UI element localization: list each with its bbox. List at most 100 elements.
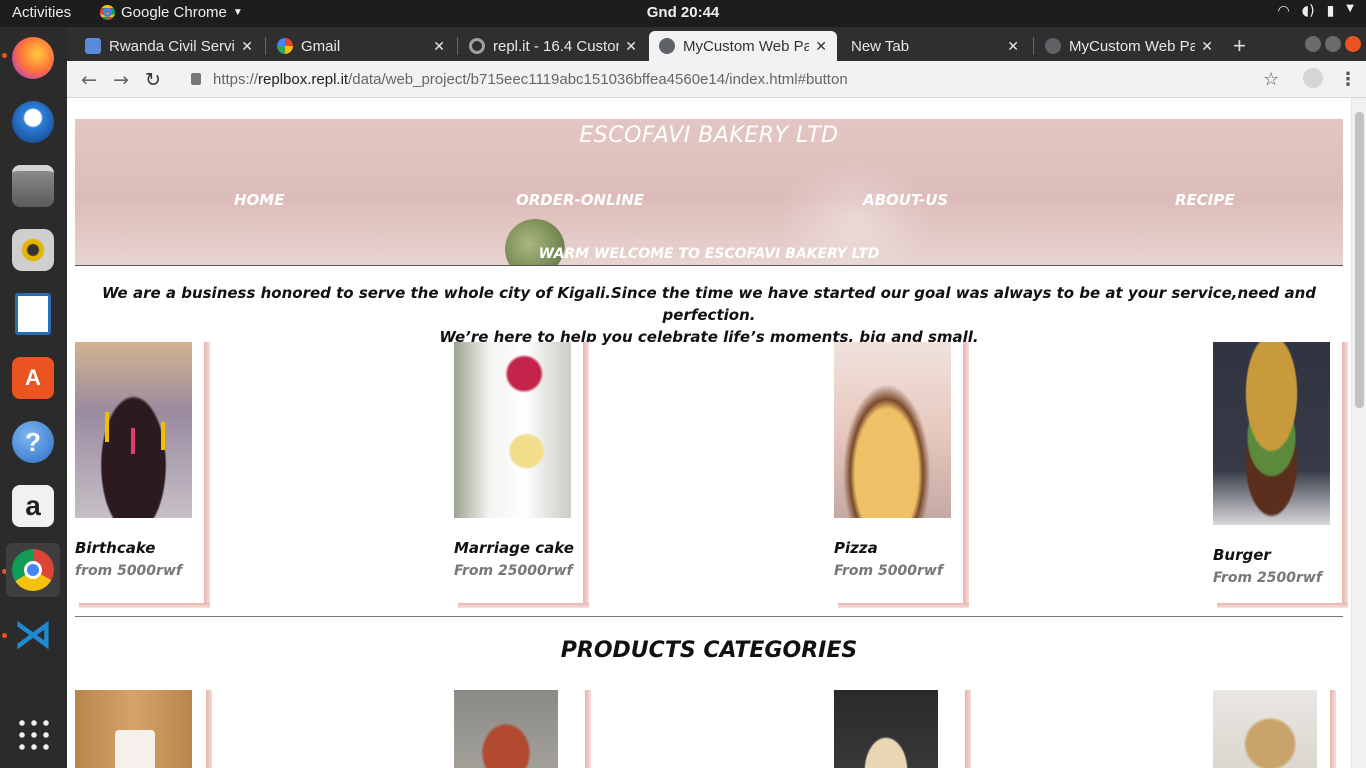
system-top-bar: Activities Google Chrome ▼ Gnd 20:44 ◠ ◖… [0,0,1366,27]
tray-caret-icon: ▼ [1346,3,1354,14]
category-card[interactable] [834,690,971,768]
category-image [1213,690,1317,768]
close-icon[interactable]: ✕ [433,38,445,55]
minimize-button[interactable] [1305,36,1321,52]
tab-separator [1033,37,1034,55]
scrollbar-thumb[interactable] [1355,112,1364,408]
maximize-button[interactable] [1325,36,1341,52]
dock-rhythmbox[interactable] [6,223,60,277]
nav-about-us[interactable]: ABOUT-US [863,191,948,209]
tab[interactable]: repl.it - 16.4 Custor ✕ [459,31,647,61]
show-applications-button[interactable] [6,707,60,761]
tab[interactable]: Gmail ✕ [267,31,455,61]
close-icon[interactable]: ✕ [815,38,827,55]
product-image-pizza [834,342,951,518]
activities-button[interactable]: Activities [12,4,71,21]
dock-thunderbird[interactable] [6,95,60,149]
dock-amazon[interactable]: a [6,479,60,533]
candle-decor [161,422,165,450]
card-shadow [1217,603,1348,608]
back-button[interactable]: ← [81,69,97,91]
page-scrollbar[interactable] [1351,98,1366,768]
files-icon [12,165,54,207]
url-path: /data/web_project/b715eec1119abc151036bf… [348,70,848,88]
card-shadow [963,342,969,604]
product-name: Marriage cake [454,539,574,557]
dock-writer[interactable] [6,287,60,341]
product-card[interactable]: Pizza From 5000rwf [834,342,969,608]
new-tab-button[interactable]: + [1233,33,1246,59]
nav-recipe[interactable]: RECIPE [1175,191,1235,209]
category-card[interactable] [454,690,591,768]
profile-avatar[interactable] [1303,68,1323,88]
thunderbird-icon [12,101,54,143]
tab[interactable]: New Tab ✕ [841,31,1029,61]
bookmark-star-icon[interactable]: ☆ [1263,69,1279,90]
close-icon[interactable]: ✕ [241,38,253,55]
card-shadow [838,603,969,608]
address-bar[interactable]: https:// replbox.repl.it /data/web_proje… [177,64,1247,94]
menu-kebab-icon[interactable]: ⋮ [1339,69,1357,90]
dock-firefox[interactable] [6,31,60,85]
category-card[interactable] [1213,690,1336,768]
tab-title: New Tab [851,37,910,55]
intro-line: We are a business honored to serve the w… [101,284,1317,324]
product-image-marriage-cake [454,342,571,518]
chrome-icon [100,5,115,20]
card-shadow [1342,342,1348,604]
product-price: From 2500rwf [1213,570,1322,586]
product-image-burger [1213,342,1330,525]
reload-button[interactable]: ↻ [145,69,161,91]
close-icon[interactable]: ✕ [1201,38,1213,55]
close-icon[interactable]: ✕ [1007,38,1019,55]
product-name: Burger [1213,546,1271,564]
product-card[interactable]: Birthcake from 5000rwf [75,342,210,608]
forward-button[interactable]: → [113,69,129,91]
tab-title: MyCustom Web Pa [1069,37,1196,55]
card-shadow [583,342,589,604]
window-close-button[interactable] [1345,36,1361,52]
app-menu-label: Google Chrome [121,4,227,21]
welcome-text: WARM WELCOME TO ESCOFAVI BAKERY LTD [538,246,880,262]
tab-separator [457,37,458,55]
globe-favicon-icon [659,38,675,54]
tab-active[interactable]: MyCustom Web Pa ✕ [649,31,837,61]
product-price: From 25000rwf [454,563,573,579]
section-divider [75,616,1343,617]
product-price: from 5000rwf [75,563,182,579]
dock-vscode[interactable]: ⋊ [6,607,60,661]
tab-title: Rwanda Civil Servi [109,37,235,55]
product-name: Pizza [834,539,878,557]
nav-order-online[interactable]: ORDER-ONLINE [516,191,644,209]
tab[interactable]: MyCustom Web Pa ✕ [1035,31,1223,61]
vscode-icon: ⋊ [14,613,52,656]
amazon-icon: a [12,485,54,527]
browser-toolbar: ← → ↻ https:// replbox.repl.it /data/web… [67,61,1366,98]
dock-software[interactable]: A [6,351,60,405]
nav-home[interactable]: HOME [234,191,284,209]
system-tray[interactable]: ◠ ◖) ▮ ▼ [1278,3,1354,19]
clock[interactable]: Gnd 20:44 [647,4,720,21]
chrome-icon [12,549,54,591]
product-price: From 5000rwf [834,563,943,579]
dock-files[interactable] [6,159,60,213]
product-card[interactable]: Marriage cake From 25000rwf [454,342,589,608]
tab-separator [265,37,266,55]
replit-favicon-icon [469,38,485,54]
dock-help[interactable]: ? [6,415,60,469]
google-favicon-icon [277,38,293,54]
tab-title: MyCustom Web Pa [683,37,810,55]
category-image [75,690,192,768]
intro-text: We are a business honored to serve the w… [75,282,1343,348]
close-icon[interactable]: ✕ [625,38,637,55]
product-card[interactable]: Burger From 2500rwf [1213,342,1348,608]
tab-title: Gmail [301,37,341,55]
category-card[interactable] [75,690,212,768]
tab-strip: Rwanda Civil Servi ✕ Gmail ✕ repl.it - 1… [67,27,1366,61]
dock-chrome[interactable] [6,543,60,597]
firefox-icon [12,37,54,79]
speaker-icon [12,229,54,271]
app-menu[interactable]: Google Chrome ▼ [100,4,243,21]
document-icon [15,293,51,335]
tab[interactable]: Rwanda Civil Servi ✕ [75,31,263,61]
